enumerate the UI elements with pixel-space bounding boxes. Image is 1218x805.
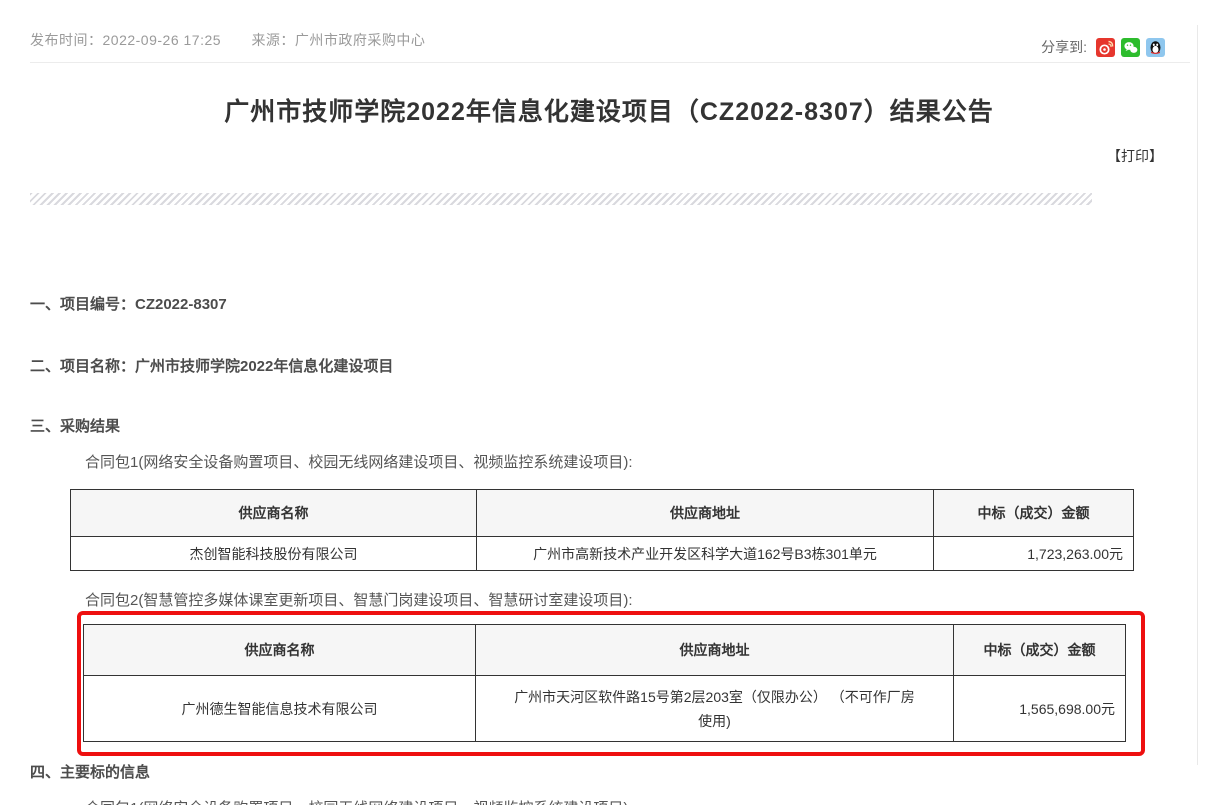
share-label: 分享到: (1041, 37, 1087, 57)
package2-intro: 合同包2(智慧管控多媒体课室更新项目、智慧门岗建设项目、智慧研讨室建设项目): (85, 589, 633, 610)
section-project-name: 二、项目名称：广州市技师学院2022年信息化建设项目 (30, 355, 393, 376)
supplier-address-cell: 广州市天河区软件路15号第2层203室（仅限办公） （不可作厂房使用) (476, 676, 954, 742)
table-row: 杰创智能科技股份有限公司 广州市高新技术产业开发区科学大道162号B3栋301单… (71, 537, 1134, 571)
clipped-bottom-line: 合同包1(网络安全设备购置项目、校园无线网络建设项目、视频监控系统建设项目): (85, 797, 633, 805)
header-supplier-name: 供应商名称 (84, 625, 476, 676)
qq-share-icon[interactable] (1146, 38, 1165, 57)
meta-line: 发布时间：2022-09-26 17:25 来源：广州市政府采购中心 (30, 30, 425, 50)
table-header-row: 供应商名称 供应商地址 中标（成交）金额 (71, 490, 1134, 537)
header-divider (30, 62, 1190, 63)
header-supplier-address: 供应商地址 (476, 625, 954, 676)
section-main-subject-info: 四、主要标的信息 (30, 761, 150, 782)
supplier-address-cell: 广州市高新技术产业开发区科学大道162号B3栋301单元 (477, 537, 934, 571)
package1-intro: 合同包1(网络安全设备购置项目、校园无线网络建设项目、视频监控系统建设项目): (85, 451, 633, 472)
content-right-border (1197, 25, 1198, 765)
award-amount-cell: 1,723,263.00元 (934, 537, 1134, 571)
table-header-row: 供应商名称 供应商地址 中标（成交）金额 (84, 625, 1126, 676)
result-table-package1: 供应商名称 供应商地址 中标（成交）金额 杰创智能科技股份有限公司 广州市高新技… (70, 489, 1134, 571)
print-button[interactable]: 【打印】 (1107, 146, 1163, 166)
supplier-name-cell: 杰创智能科技股份有限公司 (71, 537, 477, 571)
award-amount-cell: 1,565,698.00元 (954, 676, 1126, 742)
weibo-share-icon[interactable] (1096, 38, 1115, 57)
section-project-number: 一、项目编号：CZ2022-8307 (30, 293, 227, 314)
supplier-name-cell: 广州德生智能信息技术有限公司 (84, 676, 476, 742)
wechat-share-icon[interactable] (1121, 38, 1140, 57)
publish-time-text: 发布时间：2022-09-26 17:25 (30, 32, 221, 48)
header-supplier-name: 供应商名称 (71, 490, 477, 537)
header-award-amount: 中标（成交）金额 (934, 490, 1134, 537)
section-procurement-result: 三、采购结果 (30, 415, 120, 436)
header-supplier-address: 供应商地址 (477, 490, 934, 537)
table-row: 广州德生智能信息技术有限公司 广州市天河区软件路15号第2层203室（仅限办公）… (84, 676, 1126, 742)
source-text: 来源：广州市政府采购中心 (251, 32, 425, 48)
hatched-divider (30, 193, 1092, 205)
share-group: 分享到: (1041, 37, 1165, 57)
page-title: 广州市技师学院2022年信息化建设项目（CZ2022-8307）结果公告 (0, 92, 1218, 128)
header-award-amount: 中标（成交）金额 (954, 625, 1126, 676)
result-table-package2: 供应商名称 供应商地址 中标（成交）金额 广州德生智能信息技术有限公司 广州市天… (83, 624, 1126, 742)
procurement-result-announcement-page: 发布时间：2022-09-26 17:25 来源：广州市政府采购中心 分享到: (0, 0, 1218, 805)
